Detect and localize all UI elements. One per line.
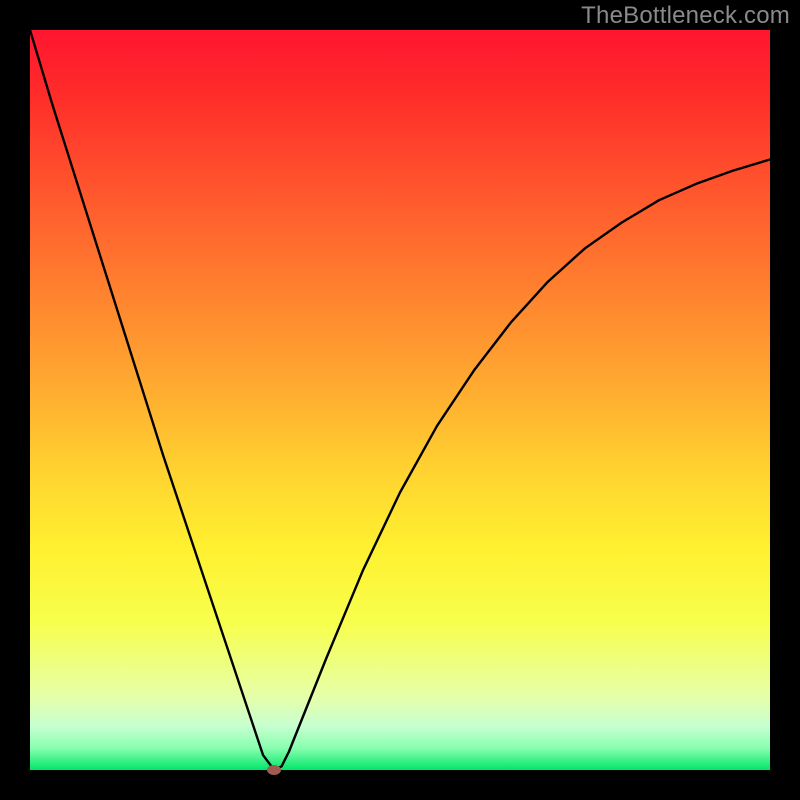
cusp-marker <box>267 765 281 775</box>
gradient-background <box>30 30 770 770</box>
watermark-text: TheBottleneck.com <box>581 2 790 30</box>
chart-area <box>30 30 770 770</box>
